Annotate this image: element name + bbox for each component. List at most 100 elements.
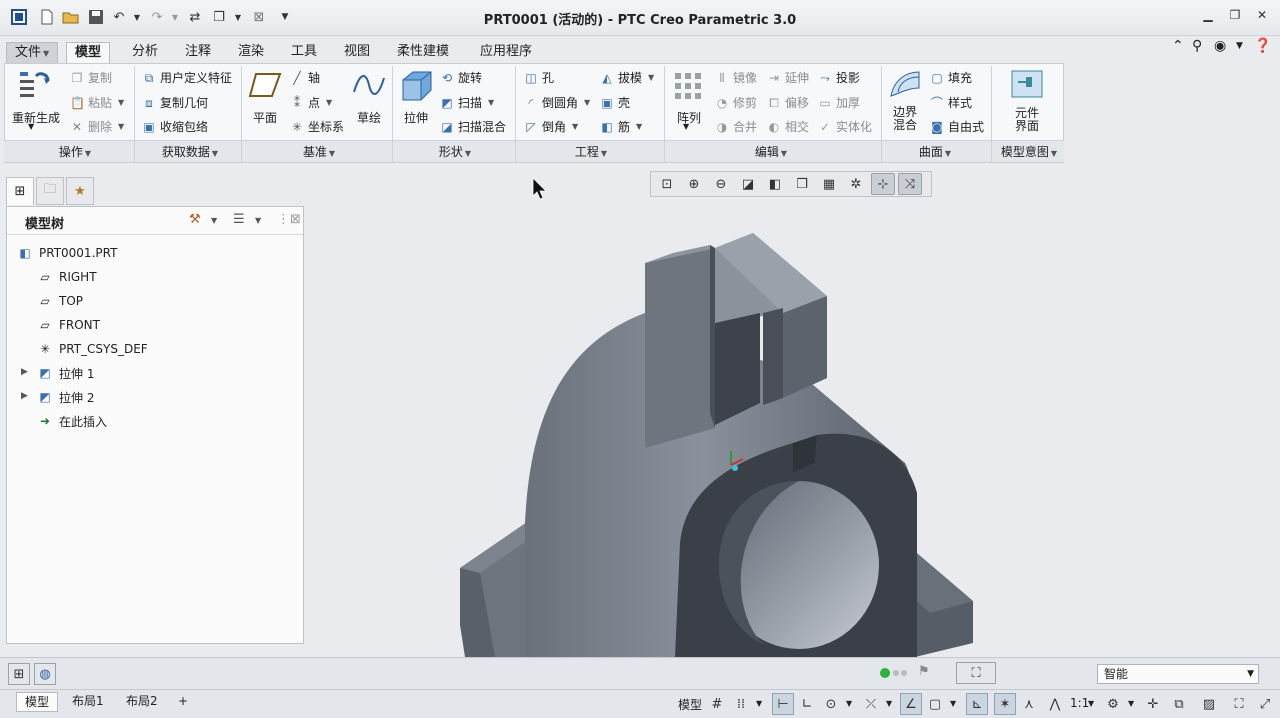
group-engineering-title[interactable]: 工程 ▼ — [556, 143, 626, 160]
paste-button[interactable]: 📋 粘贴 ▼ — [70, 94, 124, 111]
tab-analysis[interactable]: 分析 — [124, 42, 166, 64]
tab-render[interactable]: 渲染 — [230, 42, 272, 64]
dot-grid-icon[interactable]: ⁞⁞ — [730, 693, 752, 715]
draft-button[interactable]: ◭ 拔模 ▼ — [600, 69, 654, 86]
bottom-tab-layout1[interactable]: 布局1 — [64, 692, 112, 712]
ptc-community-icon[interactable]: ◉ — [1214, 38, 1226, 54]
solidify-button[interactable]: ✓ 实体化 — [818, 118, 872, 135]
collapse-ribbon-icon[interactable]: ⌃ — [1172, 38, 1184, 54]
zoom-out-icon[interactable]: ⊖ — [709, 173, 733, 195]
offset-button[interactable]: ⧠ 偏移 — [767, 94, 809, 111]
model-tree-tab-icon[interactable]: ⊞ — [6, 177, 34, 205]
maximize-button[interactable]: ❐ — [1225, 8, 1245, 26]
tree-filter-icon[interactable]: ⋮⊠ — [277, 212, 301, 227]
minimize-button[interactable]: ▁ — [1198, 8, 1218, 26]
folder-browser-tab-icon[interactable]: 🗀 — [36, 177, 64, 205]
group-model-intent-title[interactable]: 模型意图 ▼ — [994, 143, 1064, 160]
mirror-button[interactable]: ⫴ 镜像 — [715, 69, 757, 86]
axis-button[interactable]: ╱ 轴 — [290, 69, 320, 86]
help-icon[interactable]: ❓ — [1254, 38, 1271, 54]
scale-dropdown-icon[interactable]: ▼ — [1088, 699, 1094, 708]
crosshair-icon[interactable]: ✛ — [1142, 693, 1164, 715]
expand-extrude-2-icon[interactable]: ▶ — [21, 391, 28, 401]
bottom-tab-model[interactable]: 模型 — [16, 692, 59, 712]
fill-button[interactable]: ▢ 填充 — [930, 69, 972, 86]
show-browser-icon[interactable]: ◍ — [34, 663, 56, 685]
snap-icon[interactable]: ⊢ — [772, 693, 794, 715]
grid-icon[interactable]: # — [706, 693, 728, 715]
project-button[interactable]: ⤳ 投影 — [818, 69, 860, 86]
annotation-display-icon[interactable]: ⤨ — [898, 173, 922, 195]
point-display-icon[interactable]: ⋏ — [1018, 693, 1040, 715]
tree-item-part[interactable]: ◧ PRT0001.PRT — [17, 243, 117, 263]
settings-dropdown-icon[interactable]: ▼ — [1128, 699, 1134, 708]
plane-icon[interactable] — [248, 70, 282, 104]
fullscreen-icon[interactable]: ⛶ — [1228, 693, 1250, 715]
close-button[interactable]: ✕ — [1252, 8, 1272, 26]
frame-dropdown-icon[interactable]: ▼ — [950, 699, 956, 708]
merge-button[interactable]: ◑ 合并 — [715, 118, 757, 135]
tab-view[interactable]: 视图 — [336, 42, 378, 64]
graphics-viewport[interactable] — [305, 163, 1280, 657]
regenerate-icon[interactable] — [18, 68, 52, 102]
pattern-dropdown-icon[interactable]: ▼ — [683, 122, 689, 131]
copy-geometry-button[interactable]: ⧈ 复制几何 — [142, 94, 208, 111]
grid-dropdown-icon[interactable]: ▼ — [756, 699, 762, 708]
group-surfaces-title[interactable]: 曲面 ▼ — [900, 143, 970, 160]
tree-columns-dropdown-icon[interactable]: ▼ — [255, 216, 261, 225]
trim-tool-icon[interactable]: ⤫ — [860, 693, 882, 715]
regenerate-button[interactable]: 重新生成 — [10, 109, 62, 126]
user-defined-feature-button[interactable]: ⧉ 用户定义特征 — [142, 69, 232, 86]
bottom-tab-layout2[interactable]: 布局2 — [118, 692, 166, 712]
pattern-icon[interactable] — [672, 70, 706, 104]
tree-item-extrude-1[interactable]: ◩ 拉伸 1 — [37, 363, 94, 383]
component-interface-button[interactable]: 元件界面 — [1008, 107, 1046, 133]
csys-display-icon[interactable]: ✶ — [994, 693, 1016, 715]
thicken-button[interactable]: ▭ 加厚 — [818, 94, 860, 111]
tree-item-extrude-2[interactable]: ◩ 拉伸 2 — [37, 387, 94, 407]
trim-button[interactable]: ◔ 修剪 — [715, 94, 757, 111]
zoom-in-icon[interactable]: ⊕ — [682, 173, 706, 195]
trim-dropdown-icon[interactable]: ▼ — [886, 699, 892, 708]
tree-item-insert-here[interactable]: ➜ 在此插入 — [37, 411, 107, 431]
circle-dropdown-icon[interactable]: ▼ — [846, 699, 852, 708]
tab-applications[interactable]: 应用程序 — [472, 42, 540, 64]
group-shapes-title[interactable]: 形状 ▼ — [420, 143, 490, 160]
flag-icon[interactable]: ⚑ — [918, 664, 930, 679]
datum-display-filters-icon[interactable]: ✲ — [844, 173, 868, 195]
favorites-tab-icon[interactable]: ★ — [66, 177, 94, 205]
plane-button[interactable]: 平面 — [248, 109, 282, 126]
style-button[interactable]: ⌒ 样式 — [930, 94, 972, 111]
intersect-button[interactable]: ◐ 相交 — [767, 118, 809, 135]
shapes-icon[interactable]: ⧉ — [1168, 693, 1190, 715]
point-button[interactable]: ⁑ 点 ▼ — [290, 94, 332, 111]
rib-button[interactable]: ◧ 筋 ▼ — [600, 118, 642, 135]
expand-extrude-1-icon[interactable]: ▶ — [21, 367, 28, 377]
chamfer-button[interactable]: ◸ 倒角 ▼ — [524, 118, 578, 135]
tree-item-top[interactable]: ▱ TOP — [37, 291, 83, 311]
tab-file[interactable]: 文件 ▼ — [6, 42, 59, 64]
copy-button[interactable]: ❐ 复制 — [70, 69, 112, 86]
view-manager-icon[interactable]: ▦ — [817, 173, 841, 195]
selection-filter-dropdown[interactable]: 智能 ▼ — [1097, 664, 1259, 684]
sketch-button[interactable]: 草绘 — [352, 109, 386, 126]
orthogonal-icon[interactable]: ∟ — [796, 693, 818, 715]
sketch-icon[interactable] — [352, 70, 386, 104]
tree-item-csys[interactable]: ✳ PRT_CSYS_DEF — [37, 339, 148, 359]
boundary-blend-icon[interactable] — [888, 68, 922, 102]
tree-settings-icon[interactable]: ⚒ — [189, 212, 201, 227]
saved-orientations-icon[interactable]: ❐ — [790, 173, 814, 195]
tree-columns-icon[interactable]: ☰ — [233, 212, 245, 227]
component-interface-icon[interactable] — [1010, 69, 1044, 103]
regenerate-dropdown-icon[interactable]: ▼ — [28, 122, 34, 131]
extrude-icon[interactable] — [399, 70, 433, 104]
circle-snap-icon[interactable]: ⊙ — [820, 693, 842, 715]
extrude-button[interactable]: 拉伸 — [399, 109, 433, 126]
image-icon[interactable]: ▨ — [1198, 693, 1220, 715]
shrinkwrap-button[interactable]: ▣ 收缩包络 — [142, 118, 208, 135]
tree-settings-dropdown-icon[interactable]: ▼ — [211, 216, 217, 225]
expand-icon[interactable]: ⤢ — [1254, 693, 1276, 715]
boundary-blend-button[interactable]: 边界混合 — [886, 106, 924, 132]
round-button[interactable]: ◜ 倒圆角 ▼ — [524, 94, 591, 111]
swept-blend-button[interactable]: ◪ 扫描混合 — [440, 118, 506, 135]
